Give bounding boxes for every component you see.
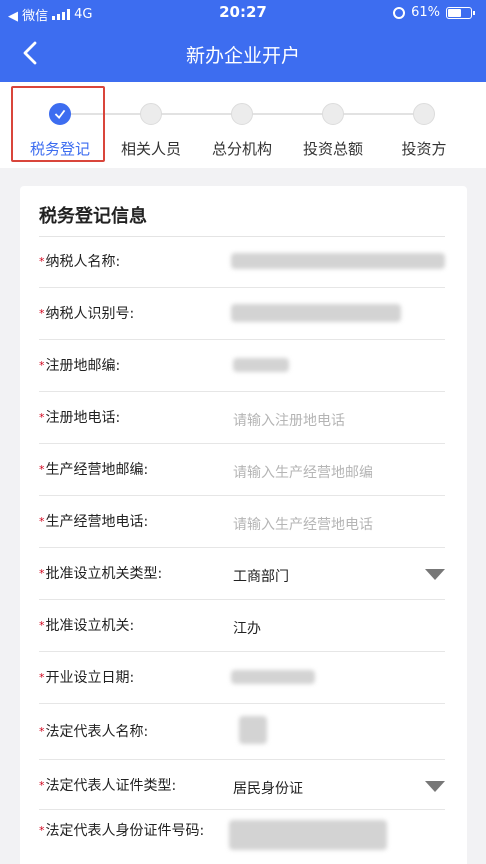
step-label: 相关人员 bbox=[120, 140, 181, 158]
step-dot bbox=[140, 103, 162, 125]
step-dot bbox=[322, 103, 344, 125]
redacted-value bbox=[239, 716, 267, 744]
field-opening-date[interactable]: *开业设立日期: bbox=[39, 652, 445, 704]
legal-rep-id-type-select[interactable]: 居民身份证 bbox=[233, 778, 303, 798]
battery-percent: 61% bbox=[411, 5, 440, 20]
step-branch-structure[interactable]: 总分机构 bbox=[197, 82, 287, 168]
approval-authority-value[interactable]: 江办 bbox=[233, 618, 261, 638]
field-registered-postcode[interactable]: *注册地邮编: bbox=[39, 340, 445, 392]
field-label: *法定代表人名称: bbox=[39, 724, 149, 740]
business-postcode-input[interactable]: 请输入生产经营地邮编 bbox=[233, 462, 373, 482]
dropdown-arrow-icon[interactable] bbox=[425, 569, 445, 580]
field-label: *法定代表人身份证件号码: bbox=[39, 823, 205, 839]
field-legal-rep-id-type[interactable]: *法定代表人证件类型: 居民身份证 bbox=[39, 760, 445, 810]
step-total-investment[interactable]: 投资总额 bbox=[288, 82, 378, 168]
redacted-value bbox=[233, 358, 289, 372]
approval-authority-type-select[interactable]: 工商部门 bbox=[233, 566, 289, 586]
step-dot bbox=[231, 103, 253, 125]
field-label: *生产经营地邮编: bbox=[39, 462, 149, 478]
redacted-value bbox=[231, 253, 445, 269]
status-bar: ◀ 微信 4G 20:27 61% bbox=[0, 0, 486, 26]
field-label: *批准设立机关: bbox=[39, 618, 135, 634]
redacted-value bbox=[229, 820, 387, 850]
tax-registration-form: 税务登记信息 *纳税人名称: *纳税人识别号: *注册地邮编: *注册地电话: … bbox=[20, 186, 467, 864]
field-label: *批准设立机关类型: bbox=[39, 566, 163, 582]
step-label: 投资方 bbox=[401, 140, 447, 158]
field-legal-rep-id-number[interactable]: *法定代表人身份证件号码: bbox=[39, 810, 445, 864]
registered-phone-input[interactable]: 请输入注册地电话 bbox=[233, 410, 345, 430]
field-business-phone[interactable]: *生产经营地电话: 请输入生产经营地电话 bbox=[39, 496, 445, 548]
business-phone-input[interactable]: 请输入生产经营地电话 bbox=[233, 514, 373, 534]
field-label: *开业设立日期: bbox=[39, 670, 135, 686]
battery-fill bbox=[448, 8, 461, 17]
form-title: 税务登记信息 bbox=[39, 206, 147, 227]
dropdown-arrow-icon[interactable] bbox=[425, 781, 445, 792]
field-label: *纳税人识别号: bbox=[39, 306, 135, 322]
field-taxpayer-name[interactable]: *纳税人名称: bbox=[39, 236, 445, 288]
field-label: *注册地邮编: bbox=[39, 358, 121, 374]
step-label: 投资总额 bbox=[302, 140, 363, 158]
alarm-icon bbox=[393, 6, 406, 19]
field-label: *纳税人名称: bbox=[39, 254, 121, 270]
field-business-postcode[interactable]: *生产经营地邮编: 请输入生产经营地邮编 bbox=[39, 444, 445, 496]
step-related-personnel[interactable]: 相关人员 bbox=[106, 82, 196, 168]
page-title: 新办企业开户 bbox=[185, 45, 300, 67]
status-right: 61% bbox=[393, 5, 475, 20]
nav-bar: 新办企业开户 bbox=[0, 26, 486, 82]
field-label: *注册地电话: bbox=[39, 410, 121, 426]
field-approval-authority[interactable]: *批准设立机关: 江办 bbox=[39, 600, 445, 652]
step-label: 总分机构 bbox=[211, 140, 272, 158]
current-step-highlight bbox=[11, 86, 105, 162]
field-registered-phone[interactable]: *注册地电话: 请输入注册地电话 bbox=[39, 392, 445, 444]
step-investors[interactable]: 投资方 bbox=[379, 82, 469, 168]
redacted-value bbox=[231, 670, 315, 684]
redacted-value bbox=[231, 304, 401, 322]
step-dot bbox=[413, 103, 435, 125]
app-header: ◀ 微信 4G 20:27 61% 新办企业开户 bbox=[0, 0, 486, 82]
field-legal-rep-name[interactable]: *法定代表人名称: bbox=[39, 704, 445, 760]
battery-icon bbox=[446, 6, 475, 19]
field-label: *生产经营地电话: bbox=[39, 514, 149, 530]
field-taxpayer-id[interactable]: *纳税人识别号: bbox=[39, 288, 445, 340]
field-approval-authority-type[interactable]: *批准设立机关类型: 工商部门 bbox=[39, 548, 445, 600]
field-label: *法定代表人证件类型: bbox=[39, 778, 177, 794]
